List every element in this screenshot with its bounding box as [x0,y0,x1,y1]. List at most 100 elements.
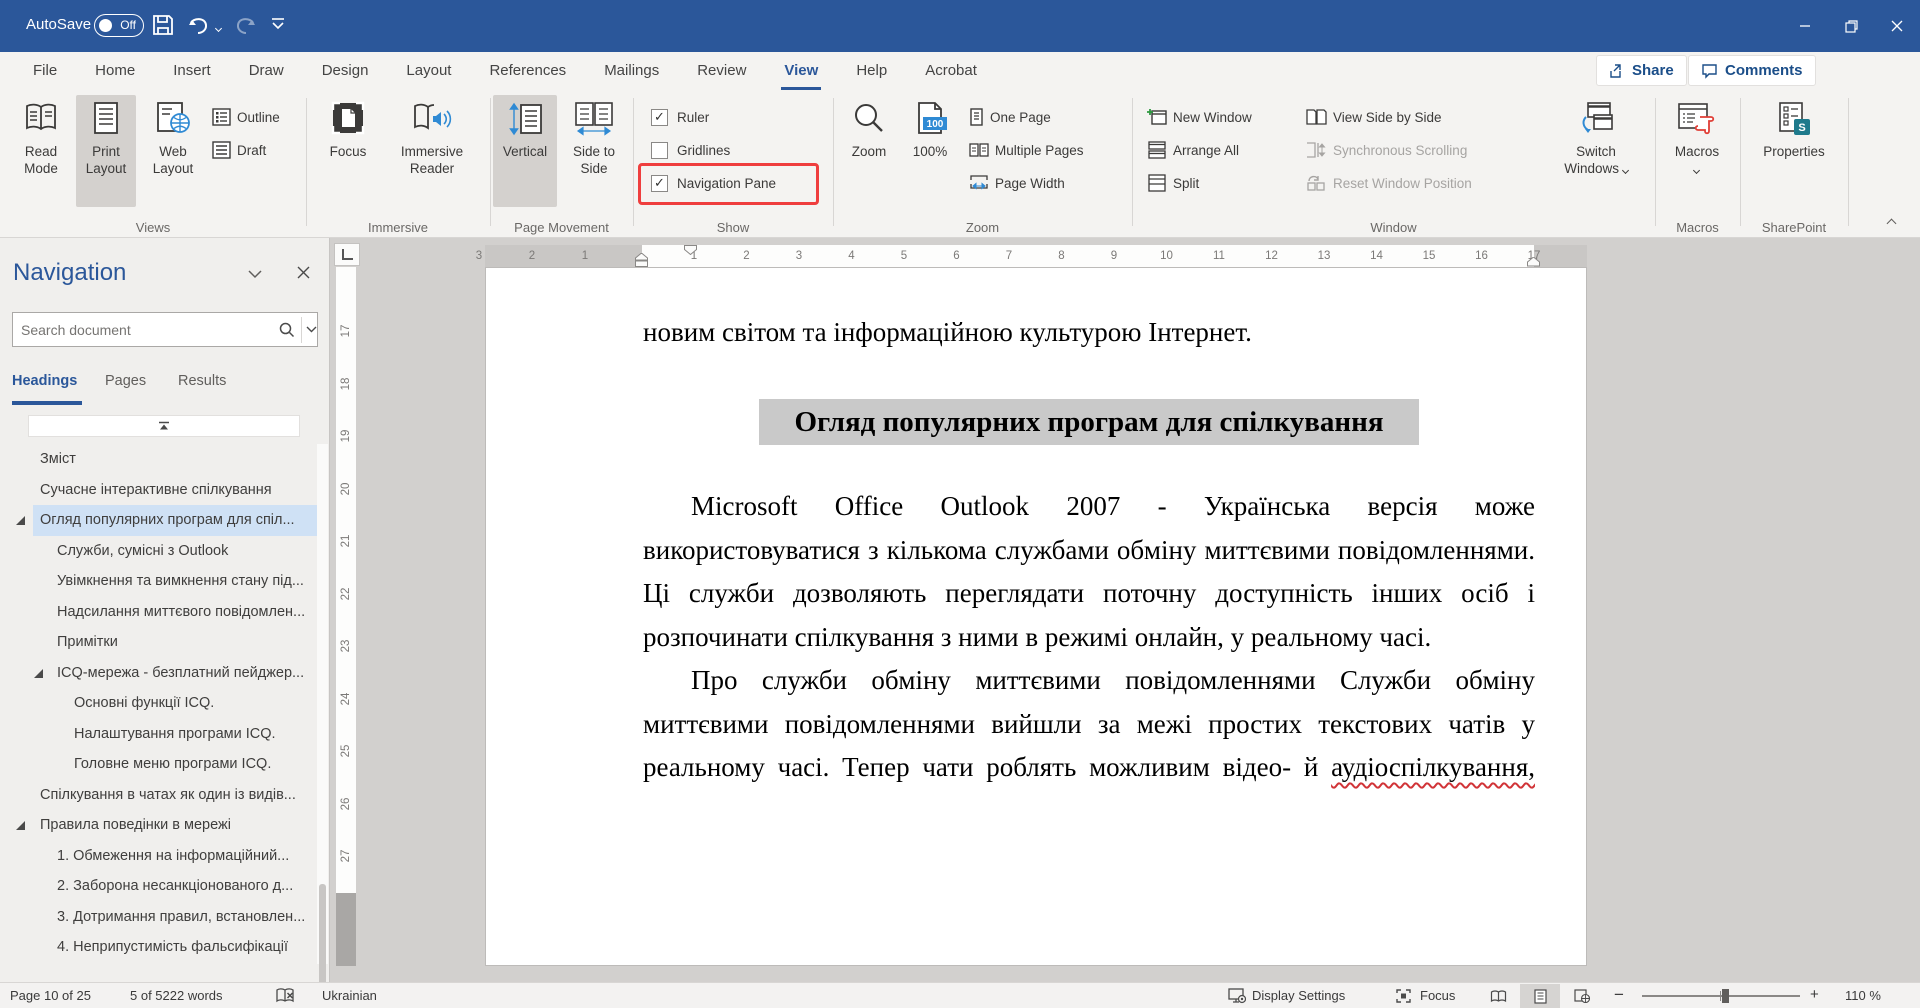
collapse-triangle-icon[interactable] [16,516,25,525]
focus-button[interactable]: Focus [320,95,376,207]
tab-layout[interactable]: Layout [387,52,470,90]
zoom-percentage[interactable]: 110 % [1845,983,1881,1008]
status-read-mode-button[interactable] [1478,984,1518,1008]
heading-item[interactable]: Увімкнення та вимкнення стану під... [0,566,319,597]
split-button[interactable]: Split [1147,170,1199,196]
close-button[interactable] [1874,0,1920,52]
heading-item[interactable]: 2. Заборона несанкціонованого д... [0,871,319,902]
tab-references[interactable]: References [470,52,585,90]
tab-view[interactable]: View [765,52,837,90]
read-mode-button[interactable]: Read Mode [12,95,70,207]
horizontal-ruler[interactable]: 321 1234567891011121314151617 [485,245,1587,267]
nav-tab-results[interactable]: Results [178,373,226,389]
new-window-button[interactable]: New Window [1147,104,1252,130]
heading-item[interactable]: 1. Обмеження на інформаційний... [0,841,319,872]
properties-button[interactable]: S Properties [1754,95,1834,207]
macros-button[interactable]: Macros [1665,95,1729,207]
right-indent-marker[interactable] [1527,257,1540,267]
ruler-checkbox-row[interactable]: Ruler [651,105,709,129]
heading-item[interactable]: Зміст [0,444,319,475]
nav-tab-headings[interactable]: Headings [12,373,77,389]
customize-quick-access-toolbar-icon[interactable] [270,16,298,44]
navigation-close-icon[interactable] [296,265,311,280]
zoom-button[interactable]: Zoom [841,95,897,207]
heading-item[interactable]: Спілкування в чатах як один із видів... [0,780,319,811]
vertical-ruler[interactable]: 1718192021222324252627 [336,267,356,966]
tab-home[interactable]: Home [76,52,154,90]
heading-item[interactable]: Служби, сумісні з Outlook [0,536,319,567]
outline-button[interactable]: Outline [212,104,280,130]
page-width-button[interactable]: Page Width [969,170,1065,196]
display-settings-label[interactable]: Display Settings [1252,983,1345,1008]
heading-item[interactable]: 3. Дотримання правил, встановлен... [0,902,319,933]
heading-item[interactable]: Примітки [0,627,319,658]
collapse-ribbon-icon[interactable] [1887,219,1897,229]
search-icon[interactable] [279,322,295,338]
display-settings-icon[interactable] [1228,988,1246,1004]
focus-mode-label[interactable]: Focus [1420,983,1455,1008]
status-print-layout-button[interactable] [1520,984,1560,1008]
view-side-by-side-button[interactable]: View Side by Side [1305,104,1442,130]
zoom-in-button[interactable]: + [1810,982,1819,1007]
jump-to-beginning-bar[interactable] [28,415,300,437]
tab-review[interactable]: Review [678,52,765,90]
gridlines-checkbox-row[interactable]: Gridlines [651,138,730,162]
draft-button[interactable]: Draft [212,137,266,163]
gridlines-checkbox[interactable] [651,142,668,159]
collapse-triangle-icon[interactable] [34,669,43,678]
undo-button[interactable] [186,12,214,40]
nav-scrollbar[interactable] [317,444,328,964]
switch-windows-button[interactable]: Switch Windows [1556,95,1636,207]
tab-help[interactable]: Help [837,52,906,90]
zoom-out-button[interactable]: − [1614,982,1624,1007]
zoom-slider-track[interactable] [1642,995,1800,997]
immersive-reader-button[interactable]: Immersive Reader [382,95,482,207]
print-layout-button[interactable]: Print Layout [76,95,136,207]
left-indent-marker[interactable] [635,253,648,267]
autosave-toggle[interactable]: Off [94,14,144,37]
heading-item[interactable]: Головне меню програми ICQ. [0,749,319,780]
save-button[interactable] [150,12,178,40]
undo-dropdown-chevron[interactable] [215,25,222,32]
language-indicator[interactable]: Ukrainian [322,983,377,1008]
multiple-pages-button[interactable]: Multiple Pages [969,137,1084,163]
status-web-layout-button[interactable] [1562,984,1602,1008]
collapse-triangle-icon[interactable] [16,821,25,830]
zoom-slider-thumb[interactable] [1722,989,1729,1003]
minimize-button[interactable] [1782,0,1828,52]
comments-button[interactable]: Comments [1688,55,1816,86]
web-layout-button[interactable]: Web Layout [142,95,204,207]
search-dropdown-chevron-icon[interactable] [306,326,317,333]
ruler-checkbox[interactable] [651,109,668,126]
focus-mode-icon[interactable] [1396,989,1411,1003]
page-indicator[interactable]: Page 10 of 25 [10,983,91,1008]
document-page[interactable]: новим світом та інформаційною культурою … [485,267,1587,966]
nav-tab-pages[interactable]: Pages [105,373,146,389]
synchronous-scrolling-button[interactable]: Synchronous Scrolling [1305,137,1467,163]
arrange-all-button[interactable]: Arrange All [1147,137,1239,163]
one-page-button[interactable]: One Page [969,104,1051,130]
heading-item[interactable]: Надсилання миттєвого повідомлен... [0,597,319,628]
heading-item-selected[interactable]: Огляд популярних програм для спіл... [33,505,319,536]
heading-item[interactable]: Сучасне інтерактивне спілкування [0,475,319,506]
tab-insert[interactable]: Insert [154,52,230,90]
side-to-side-button[interactable]: Side to Side [561,95,627,207]
zoom-100-button[interactable]: 100 100% [901,95,959,207]
proofing-errors-icon[interactable] [276,988,296,1004]
tab-mailings[interactable]: Mailings [585,52,678,90]
word-count[interactable]: 5 of 5222 words [130,983,223,1008]
tab-selector[interactable] [334,243,360,266]
share-button[interactable]: Share [1596,55,1687,86]
vertical-button[interactable]: Vertical [493,95,557,207]
restore-button[interactable] [1828,0,1874,52]
heading-item[interactable]: 4. Неприпустимість фальсифікації [0,932,319,963]
tab-draw[interactable]: Draw [230,52,303,90]
first-line-indent-marker[interactable] [684,245,697,255]
tab-acrobat[interactable]: Acrobat [906,52,996,90]
heading-item[interactable]: Правила поведінки в мережі [0,810,319,841]
tab-design[interactable]: Design [303,52,388,90]
reset-window-position-button[interactable]: Reset Window Position [1305,170,1472,196]
heading-item[interactable]: Основні функції ICQ. [0,688,319,719]
search-input[interactable] [21,313,271,346]
heading-item[interactable]: Налаштування програми ICQ. [0,719,319,750]
